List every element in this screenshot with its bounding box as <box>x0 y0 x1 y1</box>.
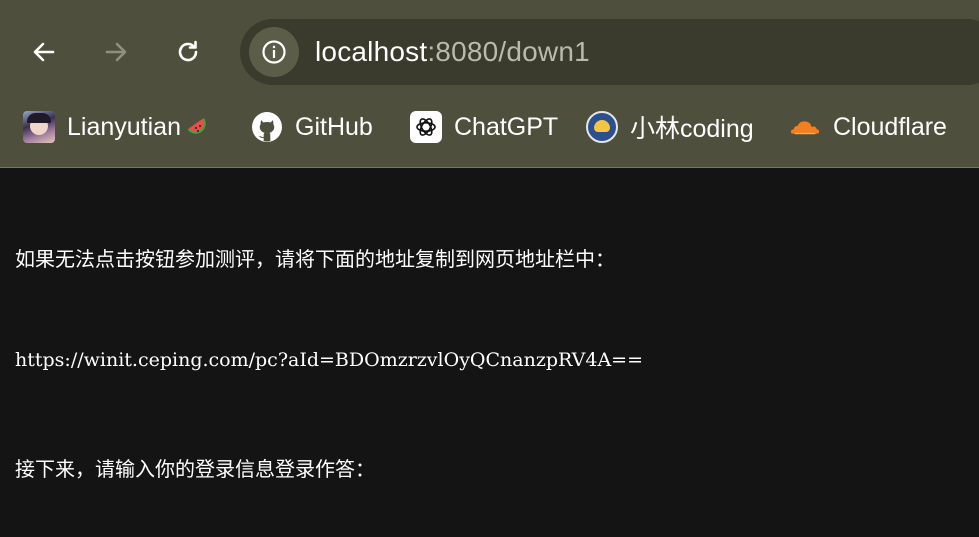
url-host: localhost <box>315 36 428 67</box>
login-instruction-text: 接下来，请输入你的登录信息登录作答： <box>15 457 375 481</box>
bookmark-lianyutian[interactable]: Lianyutian <box>23 104 211 150</box>
instruction-text: 如果无法点击按钮参加测评，请将下面的地址复制到网页地址栏中： <box>15 247 615 271</box>
assessment-url-text: https://winit.ceping.com/pc?aId=BDOmzrzv… <box>15 349 644 371</box>
avatar-icon <box>23 111 55 143</box>
bookmark-cloudflare[interactable]: Cloudflare <box>789 104 947 150</box>
bookmark-label: 小林coding <box>630 115 754 143</box>
bookmark-label: ChatGPT <box>454 112 559 141</box>
url-path: :8080/down1 <box>427 36 590 67</box>
arrow-right-icon <box>105 42 127 62</box>
bookmark-label: GitHub <box>295 112 373 141</box>
cloudflare-icon <box>789 111 821 143</box>
bookmark-label: Lianyutian <box>67 112 181 141</box>
bookmark-label: Cloudflare <box>833 112 947 141</box>
xiaolin-icon <box>586 111 618 143</box>
arrow-left-icon <box>33 42 55 62</box>
forward-button[interactable] <box>94 30 138 74</box>
watermelon-emoji-icon <box>187 117 206 134</box>
bookmarks-bar: Lianyutian GitHub ChatGPT 小林coding Cloud… <box>0 104 979 150</box>
url-text[interactable]: localhost:8080/down1 <box>315 36 590 68</box>
back-button[interactable] <box>22 30 66 74</box>
bookmark-chatgpt[interactable]: ChatGPT <box>410 104 558 150</box>
browser-window: localhost:8080/down1 Lianyutian GitHub C… <box>0 0 979 537</box>
page-content: 如果无法点击按钮参加测评，请将下面的地址复制到网页地址栏中： https://w… <box>0 168 979 537</box>
github-icon <box>251 111 283 143</box>
browser-toolbar: localhost:8080/down1 Lianyutian GitHub C… <box>0 0 979 168</box>
bookmark-github[interactable]: GitHub <box>251 104 373 150</box>
reload-icon <box>178 40 198 62</box>
chatgpt-icon <box>410 111 442 143</box>
site-info-button[interactable] <box>249 27 299 77</box>
info-icon <box>262 40 286 64</box>
bookmark-xiaolin-coding[interactable]: 小林coding <box>586 104 754 150</box>
address-bar[interactable]: localhost:8080/down1 <box>240 19 979 85</box>
reload-button[interactable] <box>166 30 210 74</box>
